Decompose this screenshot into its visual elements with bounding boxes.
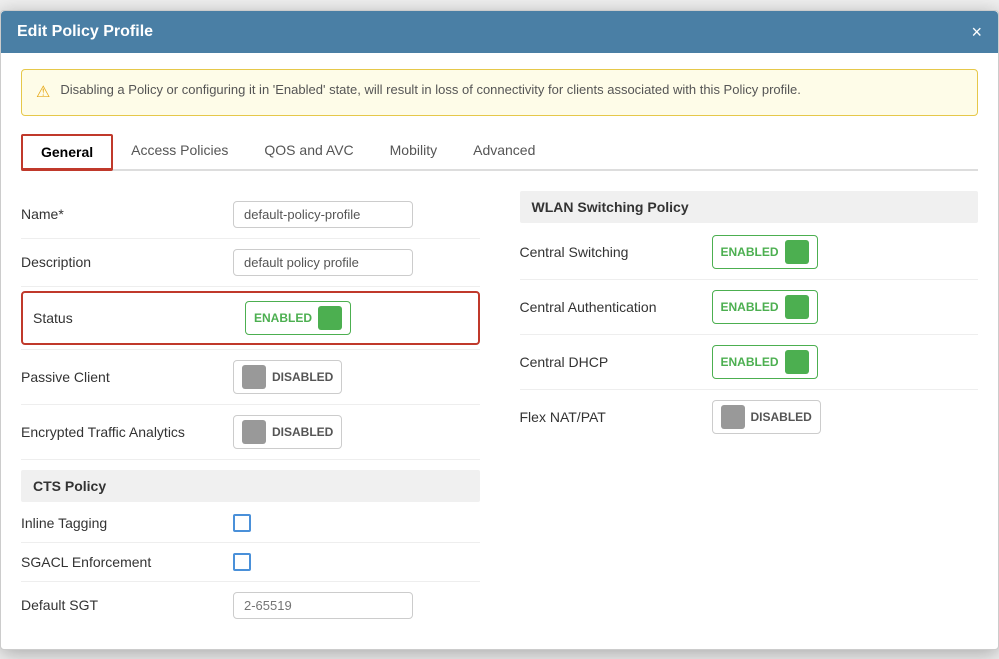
flex-nat-row: Flex NAT/PAT DISABLED — [520, 390, 979, 444]
encrypted-traffic-label: Encrypted Traffic Analytics — [21, 424, 221, 440]
passive-client-toggle-label: DISABLED — [272, 370, 333, 384]
central-switching-toggle[interactable]: ENABLED — [712, 235, 818, 269]
central-dhcp-toggle[interactable]: ENABLED — [712, 345, 818, 379]
status-toggle[interactable]: ENABLED — [245, 301, 351, 335]
cts-policy-header: CTS Policy — [21, 470, 480, 502]
sgacl-enforcement-row: SGACL Enforcement — [21, 543, 480, 581]
flex-nat-label: Flex NAT/PAT — [520, 409, 700, 425]
modal-header: Edit Policy Profile × — [1, 11, 998, 53]
central-dhcp-toggle-label: ENABLED — [721, 355, 779, 369]
status-toggle-label: ENABLED — [254, 311, 312, 325]
alert-message: Disabling a Policy or configuring it in … — [60, 80, 801, 100]
default-sgt-label: Default SGT — [21, 597, 221, 613]
central-switching-toggle-label: ENABLED — [721, 245, 779, 259]
central-authentication-indicator — [785, 295, 809, 319]
central-authentication-toggle-label: ENABLED — [721, 300, 779, 314]
description-row: Description — [21, 239, 480, 286]
content-grid: Name* Description Status ENABLED — [21, 191, 978, 629]
central-authentication-toggle[interactable]: ENABLED — [712, 290, 818, 324]
flex-nat-indicator — [721, 405, 745, 429]
left-form-section: Name* Description Status ENABLED — [21, 191, 480, 629]
description-input[interactable] — [233, 249, 413, 276]
name-row: Name* — [21, 191, 480, 238]
sgacl-enforcement-label: SGACL Enforcement — [21, 554, 221, 570]
encrypted-traffic-toggle-label: DISABLED — [272, 425, 333, 439]
inline-tagging-label: Inline Tagging — [21, 515, 221, 531]
status-toggle-indicator — [318, 306, 342, 330]
edit-policy-profile-modal: Edit Policy Profile × ⚠ Disabling a Poli… — [0, 10, 999, 650]
inline-tagging-row: Inline Tagging — [21, 504, 480, 542]
encrypted-traffic-indicator — [242, 420, 266, 444]
central-dhcp-row: Central DHCP ENABLED — [520, 335, 979, 389]
central-switching-indicator — [785, 240, 809, 264]
tab-qos-avc[interactable]: QOS and AVC — [246, 134, 371, 171]
encrypted-traffic-toggle[interactable]: DISABLED — [233, 415, 342, 449]
central-dhcp-indicator — [785, 350, 809, 374]
flex-nat-toggle[interactable]: DISABLED — [712, 400, 821, 434]
name-label: Name* — [21, 206, 221, 222]
right-section: WLAN Switching Policy Central Switching … — [520, 191, 979, 629]
status-label: Status — [33, 310, 233, 326]
status-row: Status ENABLED — [21, 291, 480, 345]
passive-client-indicator — [242, 365, 266, 389]
inline-tagging-checkbox[interactable] — [233, 514, 251, 532]
passive-client-label: Passive Client — [21, 369, 221, 385]
passive-client-row: Passive Client DISABLED — [21, 350, 480, 404]
tab-mobility[interactable]: Mobility — [372, 134, 455, 171]
central-switching-row: Central Switching ENABLED — [520, 225, 979, 279]
default-sgt-row: Default SGT — [21, 582, 480, 629]
alert-box: ⚠ Disabling a Policy or configuring it i… — [21, 69, 978, 116]
warning-icon: ⚠ — [36, 81, 50, 105]
description-label: Description — [21, 254, 221, 270]
wlan-switching-header: WLAN Switching Policy — [520, 191, 979, 223]
default-sgt-input[interactable] — [233, 592, 413, 619]
cts-policy-section: CTS Policy Inline Tagging SGACL Enforcem… — [21, 470, 480, 629]
sgacl-enforcement-checkbox[interactable] — [233, 553, 251, 571]
central-switching-label: Central Switching — [520, 244, 700, 260]
modal-body: ⚠ Disabling a Policy or configuring it i… — [1, 53, 998, 649]
name-input[interactable] — [233, 201, 413, 228]
tab-general[interactable]: General — [21, 134, 113, 171]
encrypted-traffic-row: Encrypted Traffic Analytics DISABLED — [21, 405, 480, 459]
passive-client-toggle[interactable]: DISABLED — [233, 360, 342, 394]
central-dhcp-label: Central DHCP — [520, 354, 700, 370]
modal-close-button[interactable]: × — [971, 23, 982, 41]
tabs-container: General Access Policies QOS and AVC Mobi… — [21, 134, 978, 171]
tab-access-policies[interactable]: Access Policies — [113, 134, 246, 171]
tab-advanced[interactable]: Advanced — [455, 134, 553, 171]
flex-nat-toggle-label: DISABLED — [751, 410, 812, 424]
central-authentication-label: Central Authentication — [520, 299, 700, 315]
central-authentication-row: Central Authentication ENABLED — [520, 280, 979, 334]
modal-title: Edit Policy Profile — [17, 23, 153, 41]
